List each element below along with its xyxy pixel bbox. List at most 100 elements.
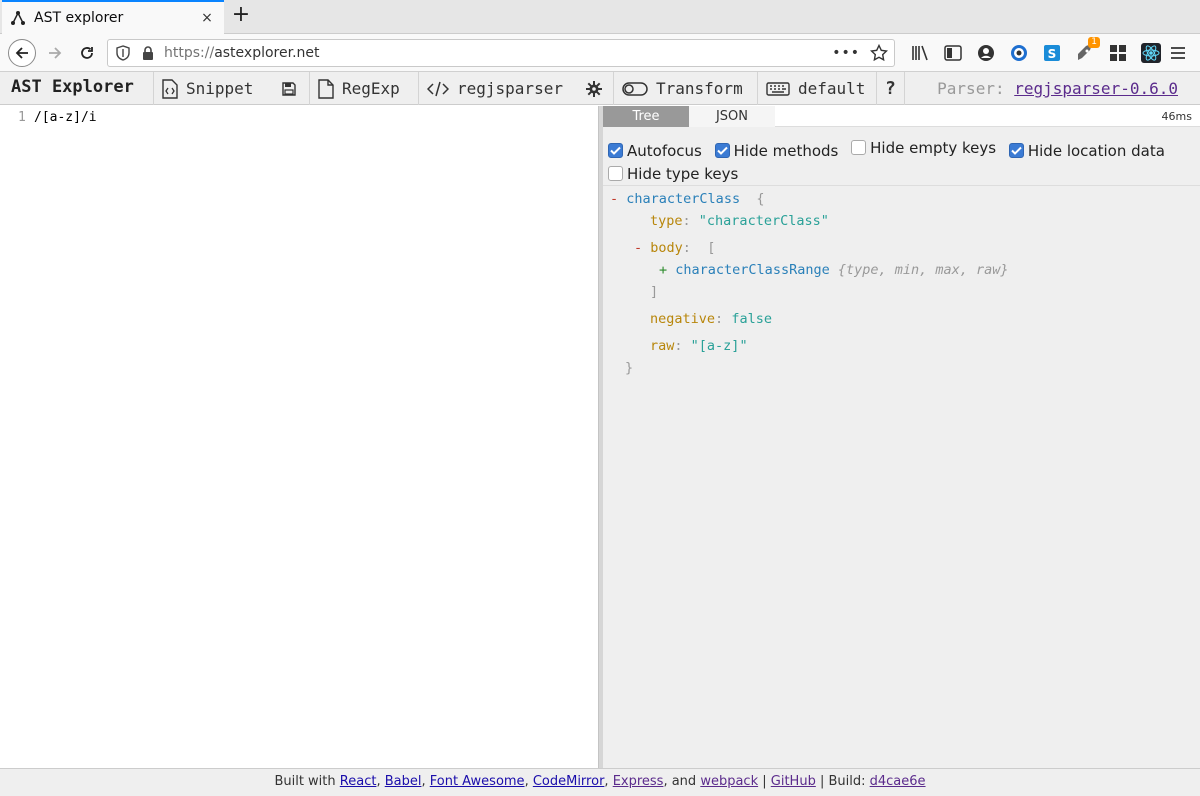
tab-tree[interactable]: Tree (603, 106, 689, 127)
checkbox-checked-icon[interactable] (608, 143, 623, 158)
browser-tab-active[interactable]: AST explorer × (2, 0, 224, 34)
regexp-category-button[interactable]: RegExp (309, 72, 408, 105)
code-line[interactable]: /[a-z]/i (34, 110, 97, 125)
parser-info: Parser: regjsparser-0.6.0 (937, 79, 1178, 98)
tree-prop-body[interactable]: - body: [ (634, 240, 715, 256)
prop-value: false (731, 311, 772, 327)
footer-link-express[interactable]: Express (613, 774, 664, 789)
extension-badge: 1 (1088, 37, 1100, 48)
save-button[interactable] (274, 72, 304, 105)
prop-key: raw (650, 338, 675, 354)
option-autofocus[interactable]: Autofocus (608, 139, 702, 162)
checkbox-unchecked-icon[interactable] (851, 140, 867, 155)
colon: : (674, 338, 683, 354)
footer-link-webpack[interactable]: webpack (700, 774, 758, 789)
footer-link-build-hash[interactable]: d4cae6e (870, 774, 926, 789)
snippet-button[interactable]: Snippet (153, 72, 261, 105)
bookmark-star-icon[interactable] (870, 44, 888, 62)
parse-time: 46ms (1161, 110, 1192, 123)
collapse-toggle-icon[interactable]: - (610, 191, 618, 207)
footer-built-with: Built with (274, 774, 336, 789)
new-tab-button[interactable]: + (229, 4, 253, 28)
app-toolbar: AST Explorer Snippet RegExp regjsparser … (0, 72, 1200, 105)
close-brace: } (625, 360, 634, 376)
regexp-label: RegExp (342, 79, 400, 98)
url-bar[interactable]: https://astexplorer.net ••• (107, 39, 895, 67)
hamburger-menu-icon[interactable] (1164, 39, 1192, 67)
toolbar-divider (904, 72, 905, 105)
arrow-right-icon (49, 47, 62, 59)
s-extension-icon[interactable]: S (1039, 40, 1065, 66)
checkbox-checked-icon[interactable] (1008, 143, 1024, 158)
footer: Built with React, Babel, Font Awesome, C… (0, 768, 1200, 796)
footer-link-babel[interactable]: Babel (385, 774, 422, 789)
option-label: Hide location data (1027, 141, 1165, 160)
tab-json[interactable]: JSON (689, 106, 775, 127)
privacy-badger-icon[interactable] (1006, 40, 1032, 66)
tab-close-icon[interactable]: × (198, 10, 216, 26)
keymap-label: default (798, 79, 866, 98)
library-icon[interactable] (907, 40, 933, 66)
node-name[interactable]: characterClassRange (675, 262, 829, 278)
option-hide-empty-keys[interactable]: Hide empty keys (851, 136, 996, 159)
account-icon[interactable] (973, 40, 999, 66)
reload-icon (81, 47, 93, 59)
option-label: Hide empty keys (870, 138, 997, 157)
option-hide-type-keys[interactable]: Hide type keys (608, 162, 738, 185)
checkbox-unchecked-icon[interactable] (608, 166, 623, 181)
tree-node-root[interactable]: - characterClass { (610, 191, 764, 207)
keyboard-icon (766, 81, 790, 97)
gear-icon (586, 80, 602, 97)
footer-link-react[interactable]: React (340, 774, 377, 789)
grid-extension-icon[interactable] (1105, 40, 1131, 66)
options-divider (603, 185, 1200, 186)
page-actions-icon[interactable]: ••• (832, 45, 860, 61)
parser-button[interactable]: regjsparser (418, 72, 571, 105)
url-text: https://astexplorer.net (164, 45, 832, 61)
arrow-left-icon (15, 47, 28, 59)
expand-toggle-icon[interactable]: + (659, 262, 667, 278)
option-label: Hide methods (733, 141, 839, 160)
app-title: AST Explorer (11, 77, 134, 97)
tree-prop-type: type: "characterClass" (650, 213, 829, 229)
browser-toolbar-icons: S 1 (900, 37, 1164, 67)
forward-button[interactable] (41, 39, 69, 67)
tree-node-child[interactable]: + characterClassRange {type, min, max, r… (659, 262, 1009, 278)
help-button[interactable]: ? (876, 72, 904, 105)
sidebar-icon[interactable] (940, 40, 966, 66)
prop-key[interactable]: body (650, 240, 683, 256)
transform-toggle-button[interactable]: Transform (613, 72, 751, 105)
prop-value: "[a-z]" (690, 338, 748, 354)
prop-value: "characterClass" (698, 213, 829, 229)
tracking-shield-icon[interactable] (114, 44, 132, 62)
tree-prop-raw: raw: "[a-z]" (650, 338, 748, 354)
option-hide-location-data[interactable]: Hide location data (1008, 139, 1165, 162)
ast-favicon-icon (11, 11, 25, 25)
reload-button[interactable] (73, 39, 101, 67)
option-hide-methods[interactable]: Hide methods (714, 139, 839, 162)
node-name[interactable]: characterClass (626, 191, 740, 207)
code-editor[interactable]: 1 /[a-z]/i (0, 106, 598, 768)
react-devtools-icon[interactable] (1138, 40, 1164, 66)
output-tabs: Tree JSON 46ms (603, 106, 1200, 127)
prop-key: negative (650, 311, 716, 327)
footer-and: and (671, 774, 697, 789)
url-protocol: https:// (164, 45, 215, 61)
prop-key: type (650, 213, 683, 229)
rocket-extension-icon[interactable]: 1 (1072, 37, 1100, 66)
keymap-button[interactable]: default (757, 72, 873, 105)
browser-tab-bar: AST explorer × + (0, 0, 1200, 34)
collapse-toggle-icon[interactable]: - (634, 240, 642, 256)
parser-settings-button[interactable] (578, 72, 610, 105)
close-bracket: ] (650, 284, 659, 300)
lock-icon[interactable] (140, 45, 156, 61)
back-button[interactable] (8, 39, 36, 67)
footer-link-github[interactable]: GitHub (771, 774, 816, 789)
browser-nav-bar: https://astexplorer.net ••• S 1 (0, 34, 1200, 72)
footer-link-codemirror[interactable]: CodeMirror (533, 774, 605, 789)
parser-version-link[interactable]: regjsparser-0.6.0 (1014, 79, 1178, 98)
footer-link-font-awesome[interactable]: Font Awesome (430, 774, 525, 789)
checkbox-checked-icon[interactable] (714, 143, 730, 158)
snippet-label: Snippet (186, 79, 254, 98)
open-brace: { (748, 191, 765, 207)
